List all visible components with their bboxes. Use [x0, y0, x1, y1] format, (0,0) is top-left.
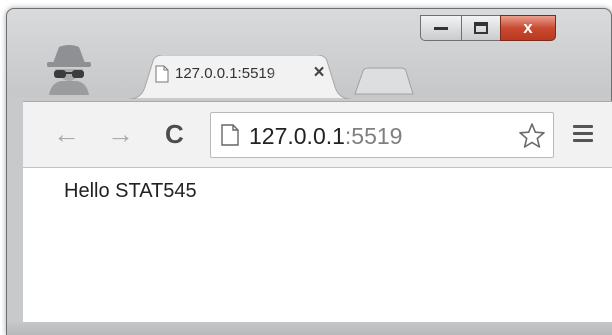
- page-icon: [221, 124, 239, 146]
- tab-title: 127.0.0.1:5519: [175, 65, 276, 82]
- incognito-icon: [47, 45, 91, 95]
- page-icon: [155, 65, 169, 83]
- toolbar: ← → C 127.0.0.1:5519: [23, 101, 612, 168]
- url-text[interactable]: 127.0.0.1:5519: [249, 123, 402, 150]
- minimize-button[interactable]: [420, 15, 462, 41]
- window-bottom-edge: [6, 322, 612, 335]
- minimize-icon: [434, 27, 448, 30]
- maximize-button[interactable]: [461, 15, 501, 41]
- back-button[interactable]: ←: [53, 120, 80, 148]
- star-icon[interactable]: [518, 122, 546, 150]
- forward-button[interactable]: →: [107, 120, 134, 148]
- page-text: Hello STAT545: [64, 180, 197, 202]
- menu-icon[interactable]: [573, 125, 593, 145]
- maximize-icon: [474, 22, 488, 34]
- tab-active[interactable]: 127.0.0.1:5519 ×: [129, 55, 351, 99]
- reload-button[interactable]: C: [165, 120, 184, 148]
- url-port: :5519: [344, 123, 403, 149]
- page-content: Hello STAT545: [23, 167, 612, 332]
- address-bar[interactable]: 127.0.0.1:5519: [210, 112, 554, 158]
- window-controls: x: [416, 15, 612, 45]
- tab-close-button[interactable]: ×: [309, 63, 329, 83]
- title-bar[interactable]: 127.0.0.1:5519 × x: [7, 9, 612, 99]
- new-tab-button[interactable]: [353, 67, 415, 95]
- close-button[interactable]: x: [500, 15, 556, 41]
- browser-window: 127.0.0.1:5519 × x ← → C 127.0.0.1:5519: [6, 8, 612, 335]
- url-host: 127.0.0.1: [249, 123, 345, 149]
